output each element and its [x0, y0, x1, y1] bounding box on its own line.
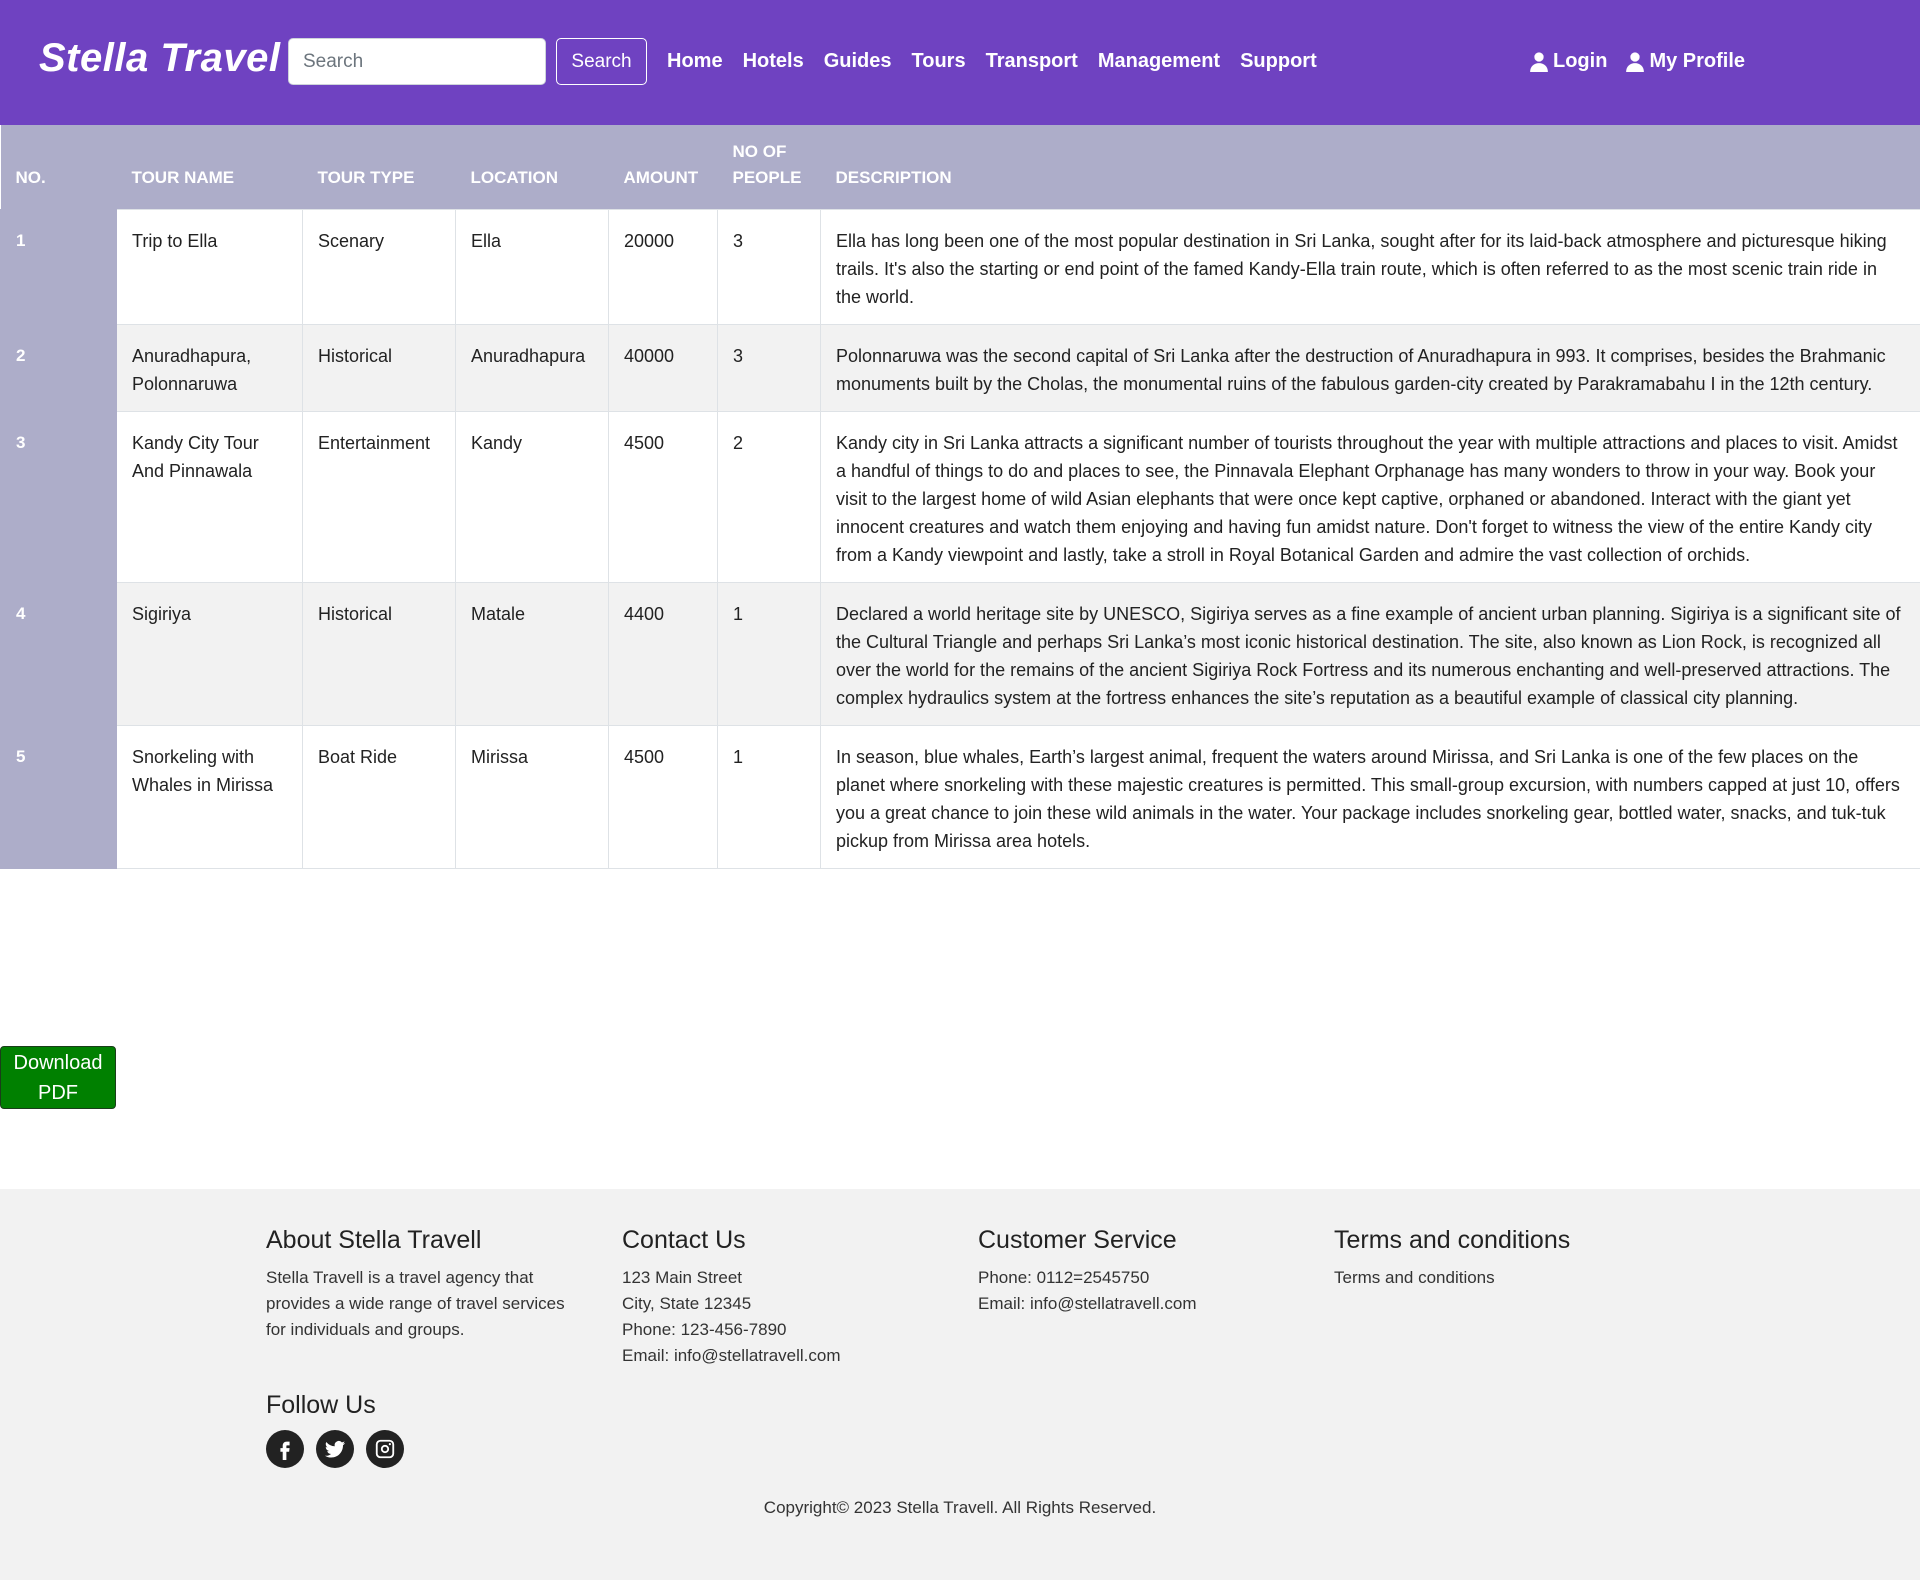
cell-no: 4 — [0, 581, 117, 726]
cell-location: Anuradhapura — [455, 323, 609, 412]
footer: About Stella Travell Stella Travell is a… — [0, 1189, 1920, 1580]
col-header-people: NO OF PEOPLE — [717, 125, 821, 209]
login-label: Login — [1553, 50, 1608, 72]
copyright: Copyright© 2023 Stella Travell. All Righ… — [763, 1498, 1157, 1517]
cell-tour-name: Anuradhapura, Polonnaruwa — [116, 323, 303, 412]
footer-terms: Terms and conditions Terms and condition… — [1334, 1226, 1674, 1291]
table-row: 2 Anuradhapura, Polonnaruwa Historical A… — [0, 323, 1920, 412]
footer-service: Customer Service Phone: 0112=2545750 Ema… — [978, 1226, 1318, 1317]
table-row: 4 Sigiriya Historical Matale 4400 1 Decl… — [0, 581, 1920, 726]
cell-people: 2 — [717, 410, 821, 583]
cell-tour-type: Entertainment — [302, 410, 456, 583]
search-input[interactable] — [288, 38, 546, 85]
cell-no: 5 — [0, 724, 117, 869]
nav-management[interactable]: Management — [1098, 50, 1220, 73]
cell-people: 1 — [717, 581, 821, 726]
cell-people: 3 — [717, 208, 821, 325]
cell-people: 1 — [717, 724, 821, 869]
cell-tour-name: Sigiriya — [116, 581, 303, 726]
follow-title: Follow Us — [266, 1391, 376, 1419]
facebook-icon[interactable] — [266, 1430, 304, 1468]
cell-no: 3 — [0, 410, 117, 583]
instagram-icon[interactable] — [366, 1430, 404, 1468]
about-title: About Stella Travell — [266, 1226, 482, 1254]
cell-people: 3 — [717, 323, 821, 412]
tours-table: NO. TOUR NAME TOUR TYPE LOCATION AMOUNT … — [0, 125, 1920, 869]
service-title: Customer Service — [978, 1226, 1177, 1254]
cell-amount: 4500 — [608, 724, 718, 869]
follow-us: Follow Us — [266, 1391, 404, 1468]
nav-guides[interactable]: Guides — [824, 50, 892, 73]
user-links: Login My Profile — [1530, 50, 1745, 73]
contact-email: Email: info@stellatravell.com — [622, 1346, 841, 1365]
terms-title: Terms and conditions — [1334, 1226, 1571, 1254]
cell-amount: 4500 — [608, 410, 718, 583]
twitter-icon[interactable] — [316, 1430, 354, 1468]
col-header-no: NO. — [0, 125, 117, 209]
nav-hotels[interactable]: Hotels — [743, 50, 804, 73]
cell-tour-name: Snorkeling with Whales in Mirissa — [116, 724, 303, 869]
cell-description: In season, blue whales, Earth’s largest … — [820, 724, 1920, 869]
cell-amount: 20000 — [608, 208, 718, 325]
table-row: 5 Snorkeling with Whales in Mirissa Boat… — [0, 724, 1920, 869]
footer-about: About Stella Travell Stella Travell is a… — [266, 1226, 586, 1343]
service-email: Email: info@stellatravell.com — [978, 1294, 1197, 1313]
nav-tours[interactable]: Tours — [912, 50, 966, 73]
footer-contact: Contact Us 123 Main Street City, State 1… — [622, 1226, 962, 1369]
about-text: Stella Travell is a travel agency that p… — [266, 1268, 565, 1339]
cell-description: Ella has long been one of the most popul… — [820, 208, 1920, 325]
terms-link[interactable]: Terms and conditions — [1334, 1265, 1674, 1291]
service-phone: Phone: 0112=2545750 — [978, 1268, 1150, 1287]
nav-transport[interactable]: Transport — [986, 50, 1078, 73]
cell-description: Declared a world heritage site by UNESCO… — [820, 581, 1920, 726]
download-pdf-button[interactable]: Download PDF — [0, 1046, 116, 1109]
navbar: Stella Travel Search Home Hotels Guides … — [0, 0, 1920, 125]
search-button[interactable]: Search — [556, 38, 647, 85]
nav-links: Home Hotels Guides Tours Transport Manag… — [667, 50, 1317, 73]
table-header-row: NO. TOUR NAME TOUR TYPE LOCATION AMOUNT … — [0, 125, 1920, 209]
cell-description: Polonnaruwa was the second capital of Sr… — [820, 323, 1920, 412]
contact-city: City, State 12345 — [622, 1294, 752, 1313]
brand-logo[interactable]: Stella Travel — [39, 36, 280, 81]
cell-location: Ella — [455, 208, 609, 325]
cell-no: 2 — [0, 323, 117, 412]
cell-amount: 4400 — [608, 581, 718, 726]
cell-location: Kandy — [455, 410, 609, 583]
cell-tour-type: Scenary — [302, 208, 456, 325]
cell-tour-type: Historical — [302, 581, 456, 726]
col-header-tour-type: TOUR TYPE — [302, 125, 456, 209]
cell-amount: 40000 — [608, 323, 718, 412]
profile-label: My Profile — [1649, 50, 1746, 72]
nav-home[interactable]: Home — [667, 50, 723, 73]
cell-tour-type: Boat Ride — [302, 724, 456, 869]
login-link[interactable]: Login — [1530, 50, 1607, 73]
user-icon — [1530, 51, 1548, 72]
col-header-description: DESCRIPTION — [820, 125, 1920, 209]
user-icon — [1626, 51, 1645, 72]
col-header-location: LOCATION — [455, 125, 609, 209]
cell-description: Kandy city in Sri Lanka attracts a signi… — [820, 410, 1920, 583]
col-header-tour-name: TOUR NAME — [116, 125, 303, 209]
col-header-amount: AMOUNT — [608, 125, 718, 209]
cell-location: Mirissa — [455, 724, 609, 869]
cell-tour-name: Trip to Ella — [116, 208, 303, 325]
nav-support[interactable]: Support — [1240, 50, 1317, 73]
table-row: 1 Trip to Ella Scenary Ella 20000 3 Ella… — [0, 208, 1920, 325]
social-links — [266, 1430, 404, 1468]
cell-no: 1 — [0, 208, 117, 325]
cell-location: Matale — [455, 581, 609, 726]
contact-title: Contact Us — [622, 1226, 746, 1254]
profile-link[interactable]: My Profile — [1626, 50, 1745, 73]
cell-tour-type: Historical — [302, 323, 456, 412]
contact-address: 123 Main Street — [622, 1268, 743, 1287]
table-row: 3 Kandy City Tour And Pinnawala Entertai… — [0, 410, 1920, 583]
contact-phone: Phone: 123-456-7890 — [622, 1320, 787, 1339]
cell-tour-name: Kandy City Tour And Pinnawala — [116, 410, 303, 583]
